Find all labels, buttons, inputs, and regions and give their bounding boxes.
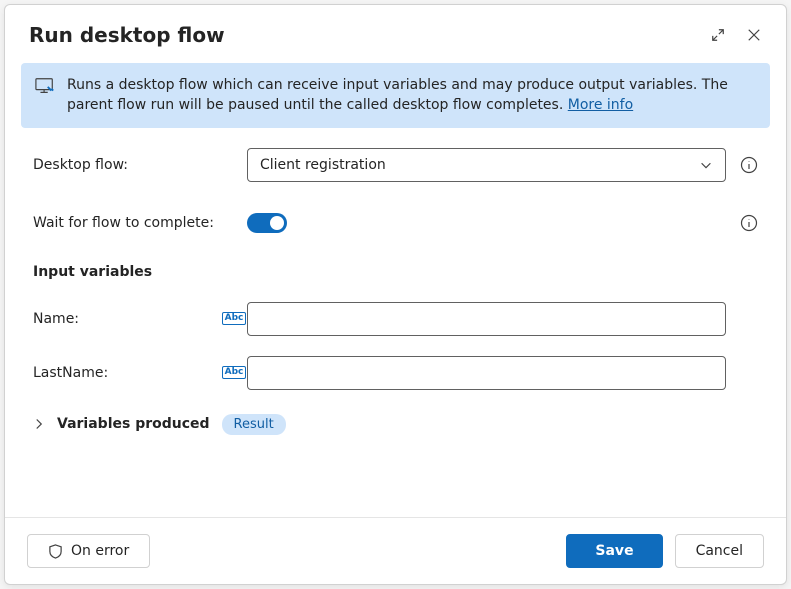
chevron-down-icon	[699, 158, 713, 172]
shield-icon	[48, 544, 63, 559]
name-type-badge: Abc	[221, 312, 247, 326]
dialog-header: Run desktop flow	[5, 5, 786, 61]
name-input[interactable]	[247, 302, 726, 336]
on-error-label: On error	[71, 543, 129, 559]
on-error-button[interactable]: On error	[27, 534, 150, 568]
wait-label: Wait for flow to complete:	[33, 215, 221, 231]
text-type-icon: Abc	[222, 312, 247, 326]
wait-row: Wait for flow to complete:	[33, 206, 758, 240]
name-row: Name: Abc	[33, 302, 758, 336]
lastname-input[interactable]	[247, 356, 726, 390]
cancel-button[interactable]: Cancel	[675, 534, 764, 568]
variables-produced-label: Variables produced	[57, 416, 210, 432]
lastname-type-badge: Abc	[221, 366, 247, 380]
form-body: Desktop flow: Client registration Wait f…	[5, 142, 786, 517]
save-button[interactable]: Save	[566, 534, 662, 568]
desktop-flow-info-icon[interactable]	[740, 156, 758, 174]
wait-info-icon[interactable]	[740, 214, 758, 232]
lastname-label: LastName:	[33, 365, 221, 381]
expand-icon[interactable]	[710, 27, 726, 43]
text-type-icon: Abc	[222, 366, 247, 380]
desktop-flow-select[interactable]: Client registration	[247, 148, 726, 182]
desktop-flow-row: Desktop flow: Client registration	[33, 148, 758, 182]
desktop-flow-value: Client registration	[260, 157, 699, 173]
result-variable-chip[interactable]: Result	[222, 414, 286, 435]
header-actions	[710, 27, 762, 43]
variables-produced-row[interactable]: Variables produced Result	[33, 414, 758, 435]
dialog-title: Run desktop flow	[29, 23, 710, 47]
desktop-flow-icon	[35, 77, 55, 99]
chevron-right-icon	[33, 418, 45, 430]
dialog-footer: On error Save Cancel	[5, 517, 786, 584]
close-icon[interactable]	[746, 27, 762, 43]
desktop-flow-label: Desktop flow:	[33, 157, 221, 173]
info-banner-text: Runs a desktop flow which can receive in…	[67, 75, 756, 116]
name-label: Name:	[33, 311, 221, 327]
lastname-row: LastName: Abc	[33, 356, 758, 390]
info-banner: Runs a desktop flow which can receive in…	[21, 63, 770, 128]
wait-toggle[interactable]	[247, 213, 287, 233]
input-variables-heading: Input variables	[33, 264, 758, 280]
more-info-link[interactable]: More info	[568, 97, 633, 113]
run-desktop-flow-dialog: Run desktop flow Runs a desktop flow whi…	[4, 4, 787, 585]
toggle-knob	[270, 216, 284, 230]
